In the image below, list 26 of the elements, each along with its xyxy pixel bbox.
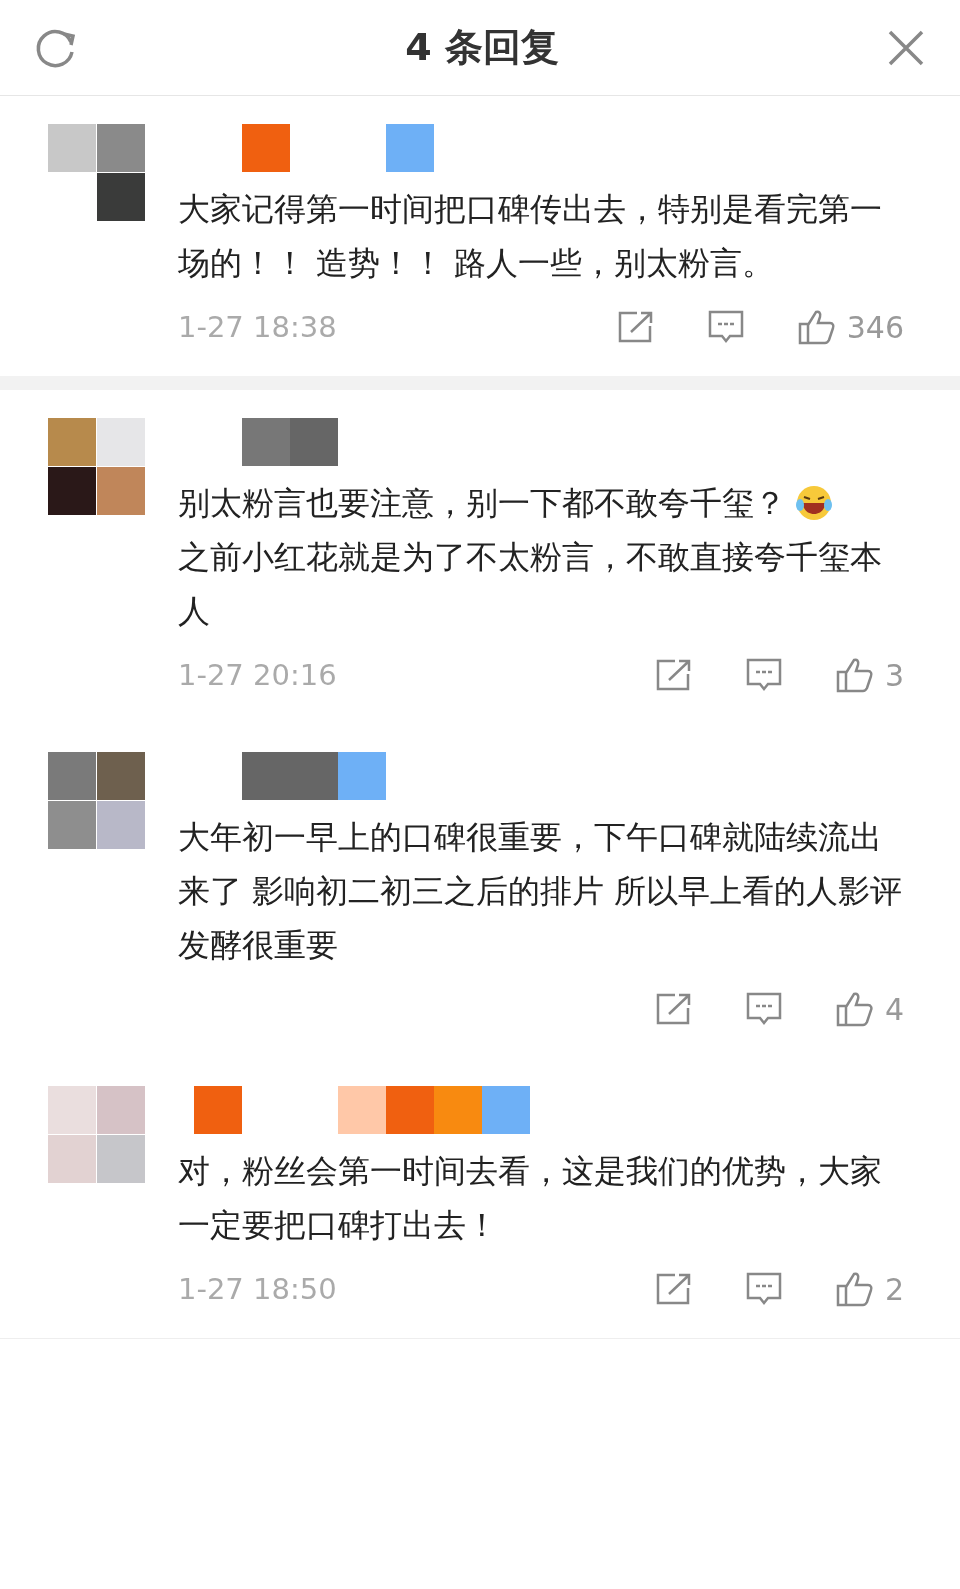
- like-button[interactable]: 3: [834, 656, 904, 694]
- thumbs-up-icon: [834, 1270, 875, 1308]
- comment-time: 1-27 18:38: [178, 310, 338, 344]
- reply-button[interactable]: [706, 309, 745, 345]
- comment-time: 1-27 18:50: [178, 1272, 338, 1306]
- comment-text: 大家记得第一时间把口碑传出去，特别是看完第一场的！！ 造势！！ 路人一些，别太粉言。: [178, 189, 883, 284]
- share-button[interactable]: [654, 658, 693, 692]
- laughing-emoji-icon: [794, 483, 834, 523]
- like-button[interactable]: 346: [796, 308, 904, 346]
- reply-button[interactable]: [744, 991, 783, 1027]
- comment-text: 别太粉言也要注意，别一下都不敢夸千玺？: [178, 483, 786, 524]
- reply-button[interactable]: [744, 1271, 783, 1307]
- thumbs-up-icon: [834, 656, 875, 694]
- comment-text: 大年初一早上的口碑很重要，下午口碑就陆续流出来了 影响初二初三之后的排片 所以早上看的人影评发酵很重要: [178, 817, 904, 966]
- comment-text: 对，粉丝会第一时间去看，这是我们的优势，大家一定要把口碑打出去！: [178, 1151, 883, 1246]
- thumbs-up-icon: [796, 308, 837, 346]
- like-button[interactable]: 2: [834, 1270, 904, 1308]
- share-button[interactable]: [616, 310, 655, 344]
- page-title: 4 条回复: [405, 24, 559, 71]
- reply-button[interactable]: [744, 657, 783, 693]
- comment-text: 之前小红花就是为了不太粉言，不敢直接夸千玺本人: [178, 537, 883, 632]
- like-button[interactable]: 4: [834, 990, 904, 1028]
- thumbs-up-icon: [834, 990, 875, 1028]
- share-button[interactable]: [654, 1272, 693, 1306]
- comment-time: 1-27 20:16: [178, 658, 338, 692]
- share-button[interactable]: [654, 992, 693, 1026]
